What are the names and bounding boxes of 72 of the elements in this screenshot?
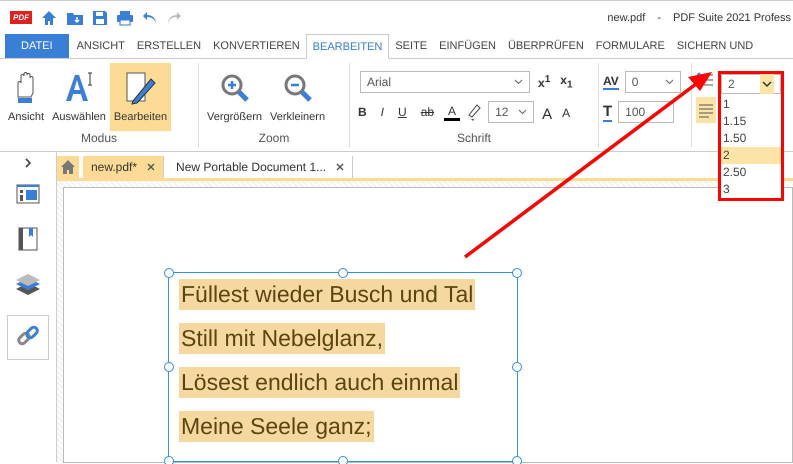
char-scale-dropdown[interactable]: 100 (618, 101, 674, 123)
panel-icon (16, 184, 40, 204)
undo-icon[interactable] (142, 10, 158, 24)
format-button[interactable]: ab (416, 105, 438, 119)
file-name: new.pdf (607, 12, 646, 24)
font-size-button[interactable]: A (540, 102, 554, 122)
resize-handle[interactable] (338, 456, 348, 464)
mode-button[interactable]: Auswählen (48, 63, 110, 131)
bookmark-icon (18, 227, 38, 251)
line-spacing-option[interactable]: 2 (721, 147, 781, 164)
edit-page-icon (124, 71, 157, 105)
chevron-down-icon (760, 74, 774, 94)
menu-tab[interactable]: FORMULARE (590, 34, 671, 58)
mode-button[interactable]: Ansicht (4, 63, 48, 131)
close-icon[interactable] (336, 163, 344, 171)
home-icon[interactable] (40, 8, 58, 26)
menu-tab[interactable]: EINFÜGEN (433, 34, 502, 58)
save-icon[interactable] (92, 10, 108, 26)
close-icon[interactable] (147, 163, 156, 171)
window-title: PDF Suite 2021 Profess (672, 12, 791, 24)
menu-tab[interactable]: BEARBEITEN (306, 34, 390, 59)
zoom-button[interactable]: Vergrößern (203, 63, 266, 131)
mode-button[interactable]: Bearbeiten (110, 63, 172, 131)
line-spacing-option[interactable]: 3 (721, 181, 781, 198)
line-spacing-dropdown[interactable]: 2 (721, 74, 781, 94)
line-spacing-option[interactable]: 1.15 (721, 113, 781, 130)
sidebar-tab[interactable] (7, 315, 49, 360)
layers-icon (15, 274, 41, 296)
menu-tab[interactable]: DATEI (5, 34, 69, 58)
document-tab[interactable]: new.pdf* (83, 156, 164, 178)
font-dropdown[interactable]: Arial (360, 71, 530, 93)
format-button[interactable]: U (394, 105, 411, 119)
char-spacing-dropdown[interactable]: 0 (624, 71, 681, 93)
resize-handle[interactable] (164, 456, 174, 464)
font-size-dropdown[interactable]: 12 (488, 101, 534, 123)
chevron-down-icon (664, 79, 674, 85)
link-icon (16, 324, 40, 348)
menu-tab[interactable]: ÜBERPRÜFEN (502, 34, 590, 58)
resize-handle[interactable] (512, 362, 522, 372)
group-label: Zoom (258, 131, 290, 147)
resize-handle[interactable] (164, 268, 174, 278)
menu-tab[interactable]: SICHERN UND (670, 34, 760, 58)
line-spacing-option[interactable]: 2.50 (721, 164, 781, 181)
menu-tab[interactable]: ANSICHT (70, 34, 131, 58)
script-button[interactable]: x$_{1}$ (558, 73, 574, 91)
home-tab-icon[interactable] (57, 156, 79, 178)
chevron-down-icon (514, 79, 523, 85)
group-label: Schrift (456, 131, 492, 147)
app-logo: PDF (10, 11, 32, 24)
zoom-button[interactable]: Verkleinern (266, 63, 330, 131)
format-button[interactable]: A (444, 104, 460, 120)
format-button[interactable]: I (376, 105, 388, 119)
resize-handle[interactable] (512, 456, 522, 464)
script-button[interactable]: x$^{1}$ (536, 74, 552, 90)
expand-icon[interactable] (24, 158, 32, 168)
align-left-icon[interactable] (696, 97, 716, 123)
resize-handle[interactable] (338, 268, 348, 278)
menu-tab[interactable]: KONVERTIEREN (207, 34, 306, 58)
line-spacing-option[interactable]: 1 (721, 96, 781, 113)
title-separator: - (657, 12, 661, 24)
resize-handle[interactable] (512, 268, 522, 278)
line-spacing-option[interactable]: 1.50 (721, 130, 781, 147)
print-icon[interactable] (116, 10, 134, 26)
font-size-button[interactable]: A (560, 104, 572, 120)
format-button[interactable]: B (354, 105, 371, 119)
menu-tab[interactable]: ERSTELLEN (130, 34, 208, 58)
document-tab[interactable]: New Portable Document 1... (168, 156, 354, 178)
menu-tab[interactable]: SEITE (389, 34, 434, 58)
highlighter-icon[interactable] (466, 103, 482, 121)
group-label: Modus (80, 131, 118, 147)
resize-handle[interactable] (164, 362, 174, 372)
chevron-down-icon (518, 109, 528, 115)
